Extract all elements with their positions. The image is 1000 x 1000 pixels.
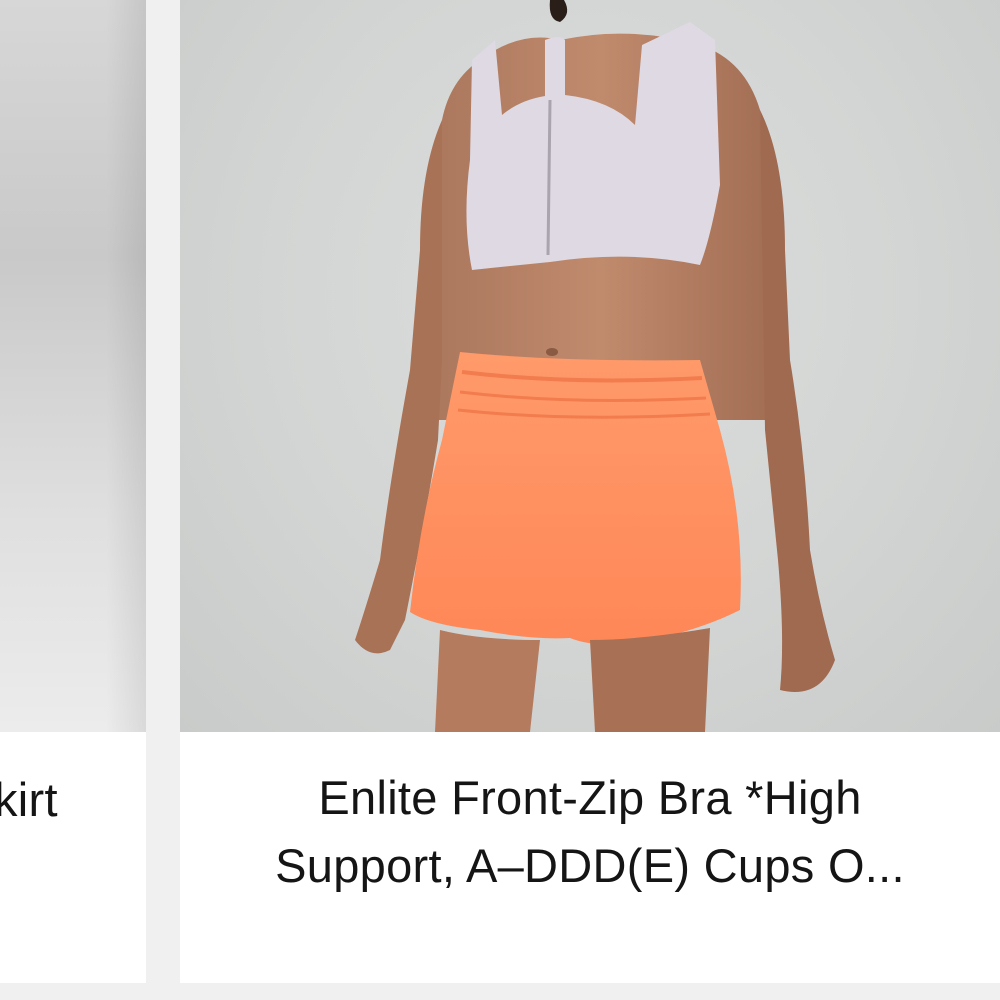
product-image[interactable] [0,0,146,732]
model-photo [355,0,835,732]
product-title[interactable]: Enlite Front-Zip Bra *High Support, A–DD… [180,764,1000,900]
product-title-line-1: Enlite Front-Zip Bra *High [318,771,862,824]
product-card-previous[interactable]: kirt [0,0,146,983]
product-image[interactable] [180,0,1000,732]
product-title[interactable]: kirt [0,766,58,834]
product-title-line-2: Support, A–DDD(E) Cups O... [275,839,905,892]
product-card[interactable]: Enlite Front-Zip Bra *High Support, A–DD… [180,0,1000,983]
